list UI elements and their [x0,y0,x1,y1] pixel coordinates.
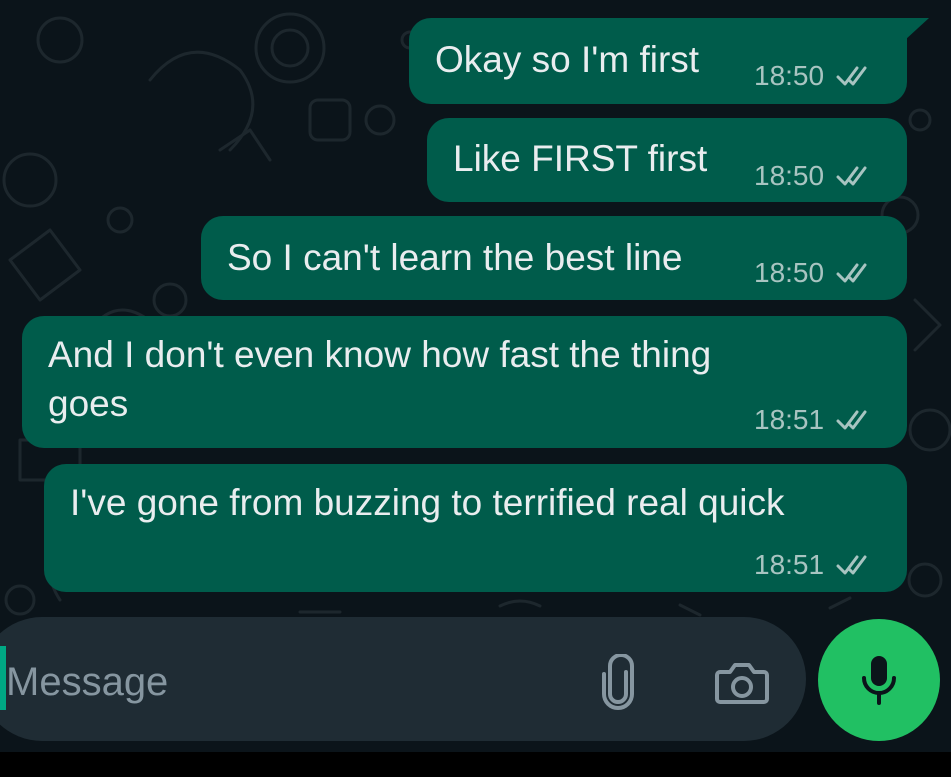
camera-icon [715,663,769,704]
camera-button[interactable] [708,652,776,712]
paperclip-icon [602,654,634,710]
message-meta: 18:51 [754,550,872,580]
double-check-icon [836,410,867,430]
attach-button[interactable] [590,652,646,712]
message-text: Okay so I'm first [435,39,700,80]
system-nav-bar [0,752,951,777]
double-check-icon [836,263,867,283]
message-text: I've gone from buzzing to terrified real… [70,482,785,523]
message-input[interactable] [6,652,566,712]
message-bubble[interactable]: I've gone from buzzing to terrified real… [44,464,907,592]
message-meta: 18:50 [754,258,872,288]
message-text-line: And I don't even know how fast the thing [48,334,712,375]
message-time: 18:50 [754,60,825,91]
message-bubble[interactable]: Like FIRST first 18:50 [427,118,907,202]
chat-screen: Okay so I'm first 18:50 Like FIRST first… [0,0,951,777]
message-meta: 18:51 [754,405,872,435]
message-meta: 18:50 [754,61,872,91]
message-text: So I can't learn the best line [227,237,683,278]
double-check-icon [836,66,867,86]
message-bubble[interactable]: Okay so I'm first 18:50 [409,18,907,104]
message-text: Like FIRST first [453,138,708,179]
message-time: 18:50 [754,160,825,191]
double-check-icon [836,166,867,186]
message-text-line: goes [48,383,129,424]
mic-button[interactable] [818,619,940,741]
microphone-icon [862,656,896,705]
message-meta: 18:50 [754,161,872,191]
message-time: 18:51 [754,404,825,435]
message-bubble[interactable]: And I don't even know how fast the thing… [22,316,907,448]
message-bubble[interactable]: So I can't learn the best line 18:50 [201,216,907,300]
double-check-icon [836,555,867,575]
bubble-tail [905,18,929,40]
message-time: 18:50 [754,257,825,288]
message-time: 18:51 [754,549,825,580]
